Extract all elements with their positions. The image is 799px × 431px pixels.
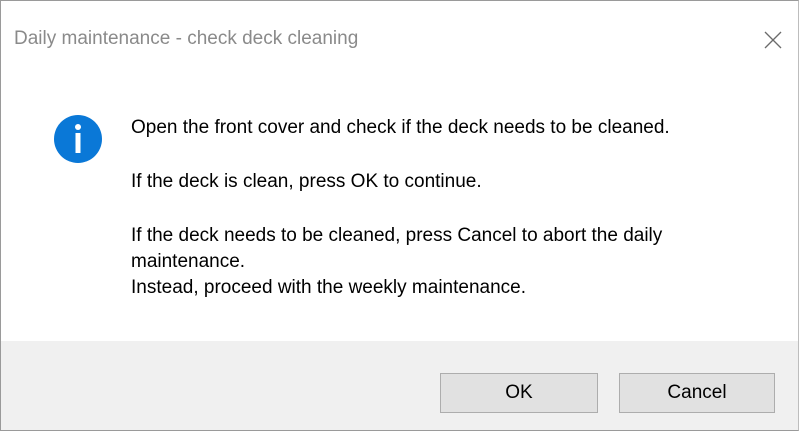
message-line: Instead, proceed with the weekly mainten…	[131, 277, 527, 298]
window-title: Daily maintenance - check deck cleaning	[14, 28, 359, 49]
cancel-button[interactable]: Cancel	[619, 373, 775, 413]
ok-button[interactable]: OK	[440, 373, 598, 413]
button-bar: OK Cancel	[1, 341, 798, 430]
message-line: If the deck needs to be cleaned, press C…	[131, 225, 663, 272]
close-icon	[764, 31, 782, 49]
close-button[interactable]	[748, 23, 798, 57]
info-icon	[54, 115, 102, 163]
message-line: If the deck is clean, press OK to contin…	[131, 171, 482, 192]
message-line: Open the front cover and check if the de…	[131, 117, 670, 138]
message-dialog: Daily maintenance - check deck cleaning …	[0, 0, 799, 431]
dialog-content: Open the front cover and check if the de…	[1, 81, 798, 341]
title-bar[interactable]: Daily maintenance - check deck cleaning	[1, 1, 798, 81]
message-text: Open the front cover and check if the de…	[131, 115, 771, 301]
